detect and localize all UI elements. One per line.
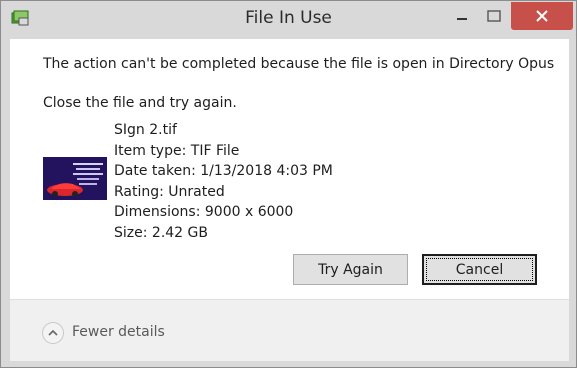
fewer-details-link[interactable]: Fewer details	[72, 324, 165, 340]
dialog-footer: Fewer details	[10, 299, 569, 361]
image-thumbnail-icon	[43, 157, 107, 200]
file-thumbnail	[43, 157, 107, 200]
file-dimensions: Dimensions: 9000 x 6000	[114, 204, 294, 220]
focus-rectangle	[426, 258, 533, 281]
file-item-type: Item type: TIF File	[114, 142, 240, 159]
file-in-use-dialog: File In Use The action can't be complete…	[0, 0, 577, 368]
error-message: The action can't be completed because th…	[43, 56, 555, 72]
maximize-button[interactable]	[479, 2, 509, 30]
title-bar[interactable]: File In Use	[1, 1, 576, 37]
minimize-button[interactable]	[447, 2, 477, 30]
maximize-icon	[487, 10, 501, 22]
instruction-text: Close the file and try again.	[43, 95, 237, 111]
file-size: Size: 2.42 GB	[114, 224, 208, 241]
file-name: SIgn 2.tif	[114, 122, 177, 138]
try-again-button[interactable]: Try Again	[293, 254, 408, 285]
details-toggle-button[interactable]	[42, 322, 64, 344]
cancel-button[interactable]: Cancel	[422, 254, 537, 285]
close-button[interactable]	[511, 2, 573, 30]
minimize-icon	[457, 18, 467, 20]
close-icon	[536, 10, 548, 22]
file-rating: Rating: Unrated	[114, 183, 225, 200]
dialog-body: The action can't be completed because th…	[10, 39, 569, 361]
file-date-taken: Date taken: 1/13/2018 4:03 PM	[114, 163, 333, 179]
chevron-up-icon	[48, 329, 58, 336]
file-info: SIgn 2.tif Item type: TIF File Date take…	[114, 120, 333, 243]
